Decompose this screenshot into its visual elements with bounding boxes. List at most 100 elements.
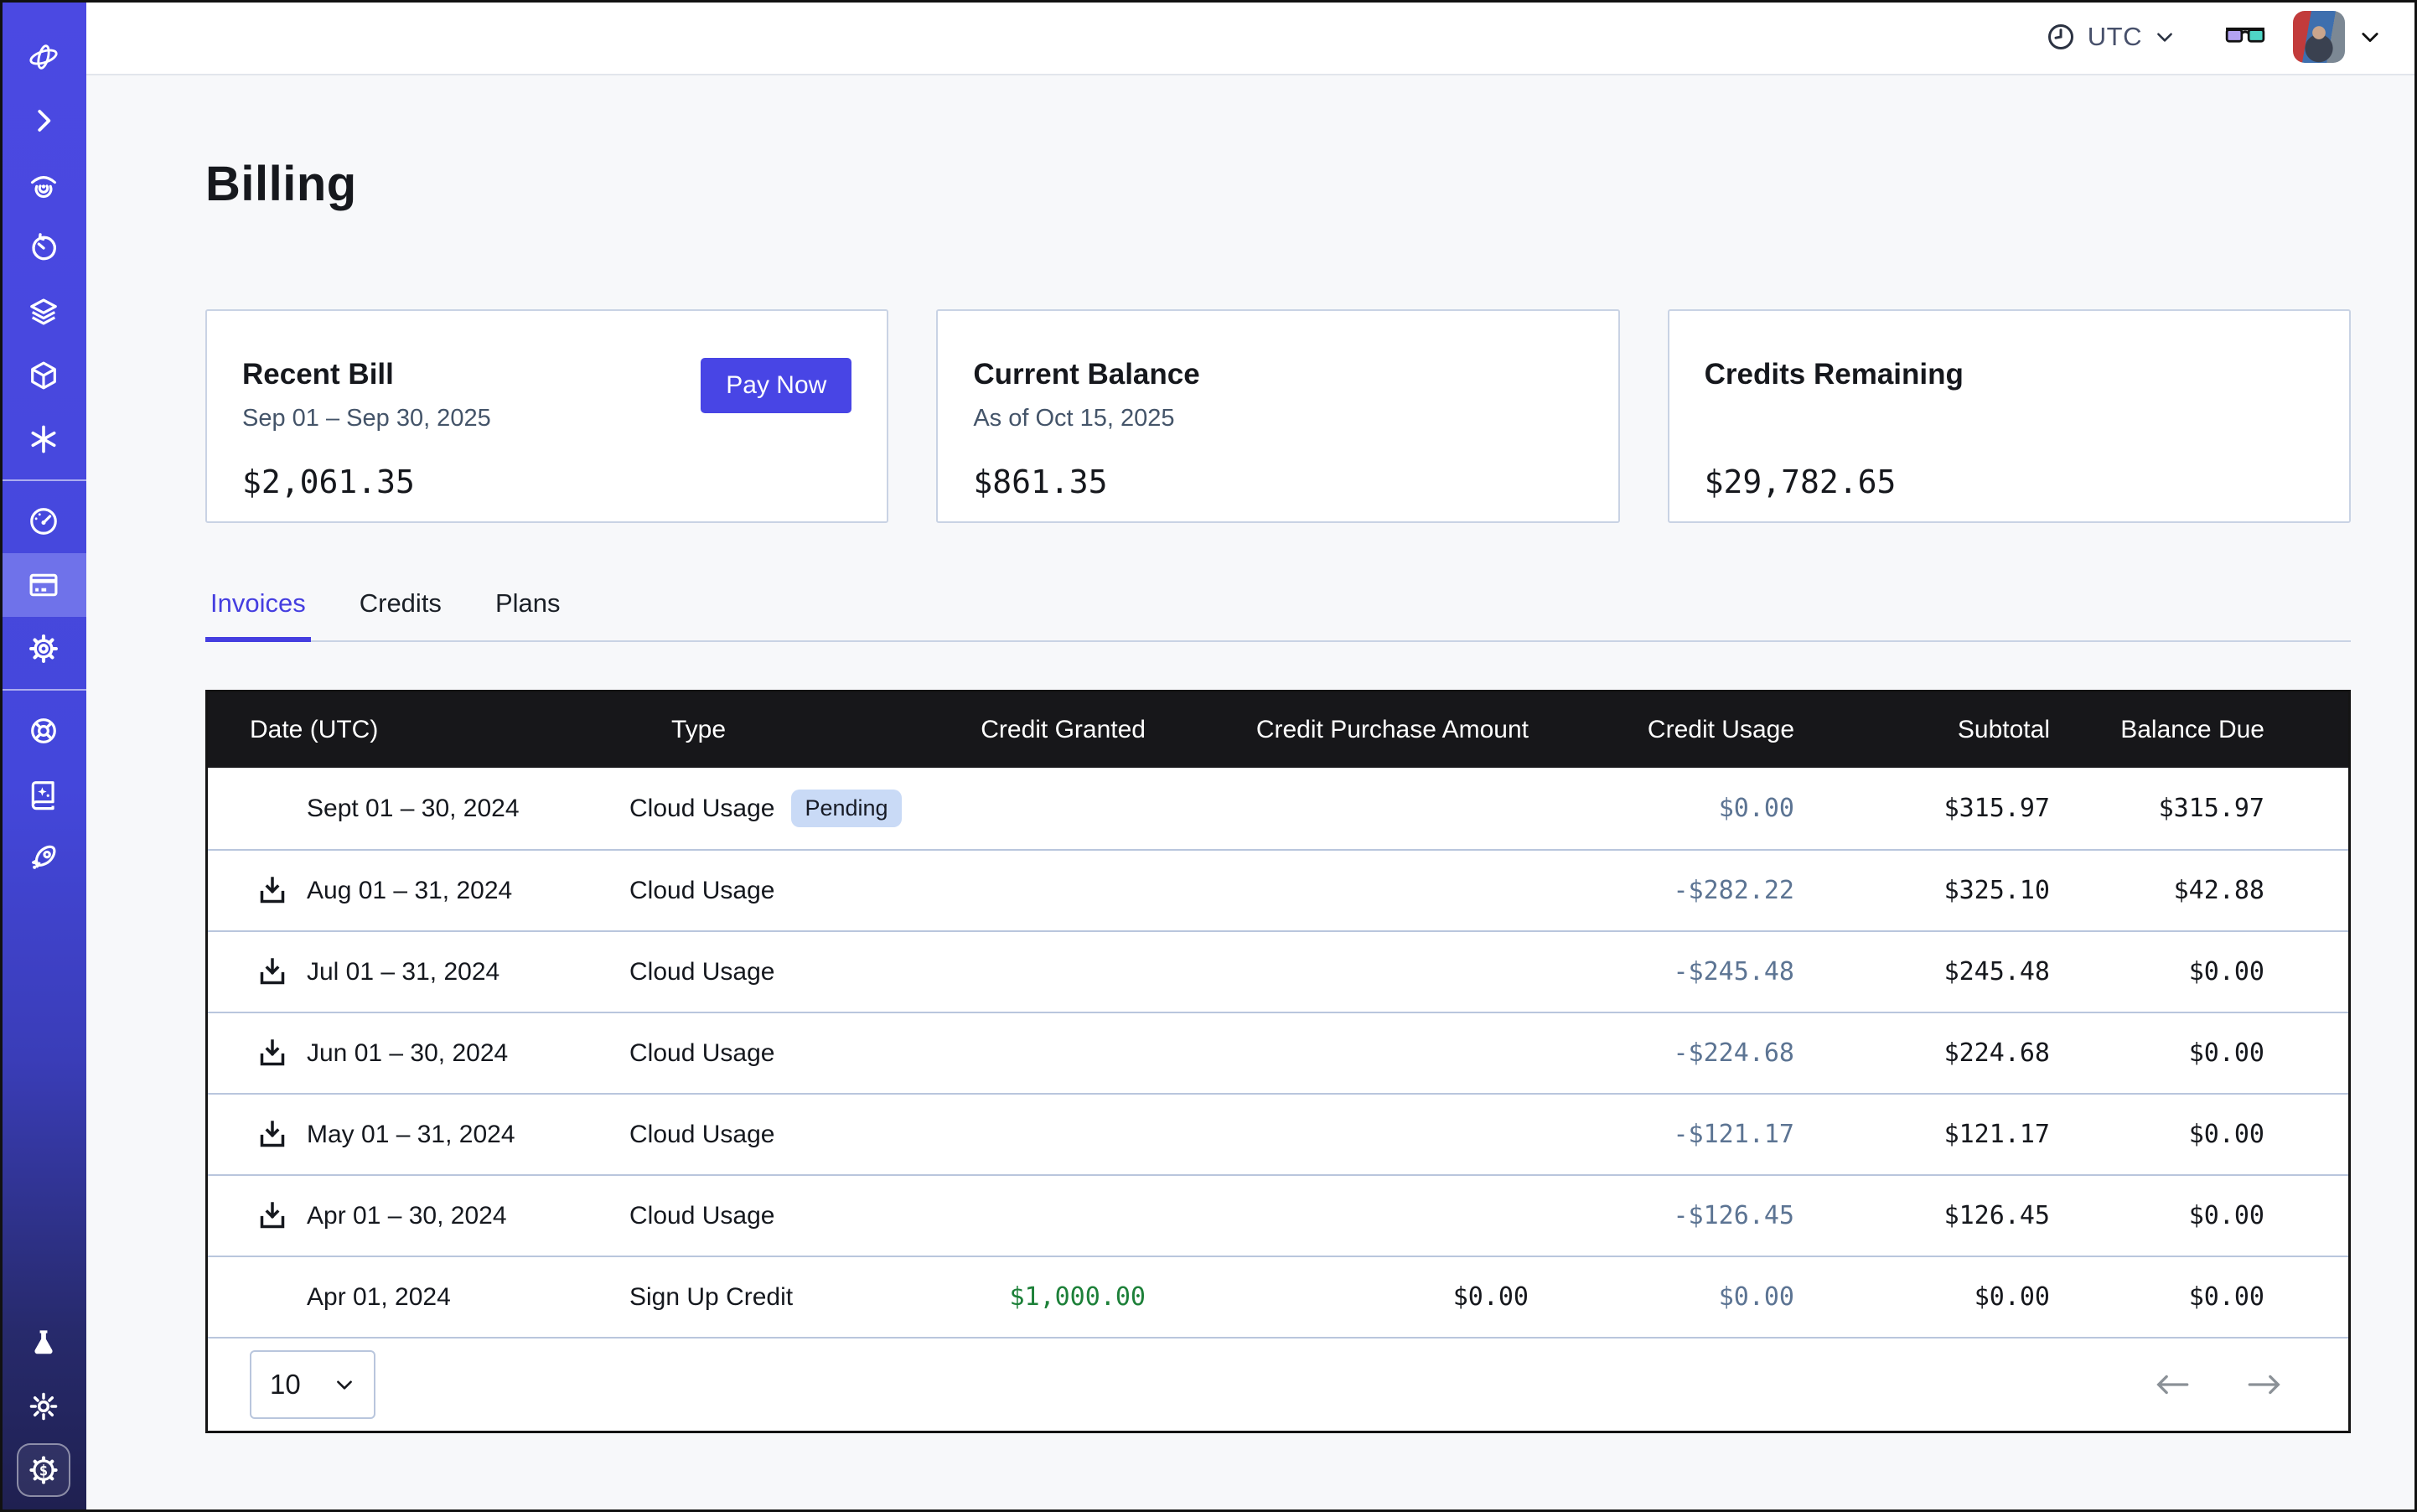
col-credit-granted: Credit Granted <box>929 716 1146 744</box>
docs-book-icon[interactable] <box>0 763 86 826</box>
billing-card-icon[interactable] <box>0 553 86 617</box>
invoice-row: Sept 01 – 30, 2024 Cloud Usage Pending $… <box>208 768 2348 849</box>
history-timer-icon[interactable] <box>0 216 86 280</box>
card-subtitle: As of Oct 15, 2025 <box>973 405 1199 433</box>
balance-due-value: $0.00 <box>2050 957 2343 986</box>
col-date: Date (UTC) <box>208 716 629 744</box>
credits-dollar-badge-icon[interactable]: $ <box>0 1438 86 1502</box>
card-title: Current Balance <box>973 358 1199 391</box>
summary-cards: Recent Bill Sep 01 – Sep 30, 2025 $2,061… <box>205 309 2351 523</box>
pagination-arrows <box>2154 1372 2283 1397</box>
invoice-type: Sign Up Credit <box>629 1283 793 1312</box>
credit-purchase-value: $0.00 <box>1146 1282 1529 1312</box>
invoice-type: Cloud Usage <box>629 1121 774 1149</box>
invoice-row: Apr 01 – 30, 2024 Cloud Usage -$126.45 $… <box>208 1174 2348 1256</box>
asterisk-spark-icon[interactable] <box>0 407 86 471</box>
sidebar-divider <box>0 689 86 691</box>
theme-sun-icon[interactable] <box>0 1375 86 1438</box>
labs-flask-icon[interactable] <box>0 1311 86 1375</box>
balance-due-value: $315.97 <box>2050 794 2343 823</box>
settings-gear-icon[interactable] <box>0 617 86 681</box>
main-area: UTC Billing <box>86 0 2417 1512</box>
credit-usage-value: $0.00 <box>1529 794 1794 823</box>
timezone-selector[interactable]: UTC <box>2046 22 2176 52</box>
card-amount: $861.35 <box>973 463 1199 500</box>
balance-due-value: $0.00 <box>2050 1282 2343 1312</box>
billing-tabs: Invoices Credits Plans <box>205 588 2351 642</box>
col-subtotal: Subtotal <box>1794 716 2050 744</box>
invoice-type: Cloud Usage <box>629 1202 774 1230</box>
subtotal-value: $0.00 <box>1794 1282 2050 1312</box>
balance-due-value: $42.88 <box>2050 876 2343 905</box>
invoice-row: Apr 01, 2024 Sign Up Credit $1,000.00 $0… <box>208 1256 2348 1337</box>
subtotal-value: $245.48 <box>1794 957 2050 986</box>
dashboard-gauge-icon[interactable] <box>0 489 86 553</box>
balance-due-value: $0.00 <box>2050 1120 2343 1149</box>
logo-orbit-icon[interactable] <box>0 25 86 89</box>
subtotal-value: $126.45 <box>1794 1201 2050 1230</box>
layers-icon[interactable] <box>0 280 86 344</box>
download-invoice-icon[interactable] <box>256 955 289 989</box>
subtotal-value: $315.97 <box>1794 794 2050 823</box>
clock-icon <box>2046 22 2076 52</box>
invoice-date: Apr 01 – 30, 2024 <box>307 1202 507 1230</box>
credit-usage-value: -$121.17 <box>1529 1120 1794 1149</box>
content: Billing Recent Bill Sep 01 – Sep 30, 202… <box>86 75 2417 1512</box>
download-invoice-icon[interactable] <box>256 1118 289 1152</box>
credit-usage-value: -$224.68 <box>1529 1038 1794 1068</box>
pay-now-button[interactable]: Pay Now <box>701 358 851 413</box>
recent-bill-card: Recent Bill Sep 01 – Sep 30, 2025 $2,061… <box>205 309 888 523</box>
rocket-icon[interactable] <box>0 826 86 890</box>
col-type: Type <box>629 716 929 744</box>
invoice-date: Aug 01 – 31, 2024 <box>307 877 512 905</box>
chevron-down-icon <box>2154 26 2176 48</box>
package-cube-icon[interactable] <box>0 344 86 407</box>
invoice-row: Jun 01 – 30, 2024 Cloud Usage -$224.68 $… <box>208 1012 2348 1093</box>
tab-invoices[interactable]: Invoices <box>205 588 311 642</box>
download-invoice-icon[interactable] <box>256 1037 289 1070</box>
previous-page-arrow-icon[interactable] <box>2154 1372 2191 1397</box>
invoice-row: May 01 – 31, 2024 Cloud Usage -$121.17 $… <box>208 1093 2348 1174</box>
tab-credits[interactable]: Credits <box>355 588 447 640</box>
invoices-table: Date (UTC) Type Credit Granted Credit Pu… <box>205 690 2351 1433</box>
chevron-down-icon <box>334 1374 355 1395</box>
card-amount: $2,061.35 <box>242 463 491 500</box>
card-title: Credits Remaining <box>1705 358 1964 391</box>
invoice-type: Cloud Usage <box>629 1039 774 1068</box>
app-window: $ UTC <box>0 0 2417 1512</box>
subtotal-value: $325.10 <box>1794 876 2050 905</box>
credit-granted-value: $1,000.00 <box>929 1282 1146 1312</box>
support-wheel-icon[interactable] <box>0 699 86 763</box>
invoice-date: May 01 – 31, 2024 <box>307 1121 515 1149</box>
current-balance-card: Current Balance As of Oct 15, 2025 $861.… <box>936 309 1619 523</box>
account-menu-chevron-icon[interactable] <box>2358 25 2382 49</box>
avatar[interactable] <box>2293 11 2345 63</box>
dollar-badge-frame: $ <box>17 1443 70 1497</box>
credit-usage-value: -$245.48 <box>1529 957 1794 986</box>
col-balance-due: Balance Due <box>2050 716 2343 744</box>
topbar: UTC <box>86 0 2417 75</box>
expand-sidebar-chevron-icon[interactable] <box>0 89 86 153</box>
page-title: Billing <box>205 156 2351 212</box>
card-subtitle <box>1705 405 1964 433</box>
page-size-select[interactable]: 10 <box>250 1350 375 1419</box>
card-title: Recent Bill <box>242 358 491 391</box>
credit-usage-value: -$126.45 <box>1529 1201 1794 1230</box>
subtotal-value: $121.17 <box>1794 1120 2050 1149</box>
download-invoice-icon[interactable] <box>256 1199 289 1233</box>
invoice-rows: Sept 01 – 30, 2024 Cloud Usage Pending $… <box>208 768 2348 1337</box>
credit-usage-value: -$282.22 <box>1529 876 1794 905</box>
monitoring-eye-icon[interactable] <box>0 153 86 216</box>
download-invoice-icon[interactable] <box>256 874 289 908</box>
balance-due-value: $0.00 <box>2050 1201 2343 1230</box>
subtotal-value: $224.68 <box>1794 1038 2050 1068</box>
svg-text:$: $ <box>39 1463 47 1479</box>
credits-remaining-card: Credits Remaining $29,782.65 <box>1668 309 2351 523</box>
next-page-arrow-icon[interactable] <box>2246 1372 2283 1397</box>
invoice-type: Cloud Usage <box>629 795 774 823</box>
tab-plans[interactable]: Plans <box>490 588 566 640</box>
glasses-icon[interactable] <box>2224 25 2266 49</box>
invoice-date: Apr 01, 2024 <box>307 1283 451 1312</box>
sidebar: $ <box>0 0 86 1512</box>
invoice-type: Cloud Usage <box>629 877 774 905</box>
